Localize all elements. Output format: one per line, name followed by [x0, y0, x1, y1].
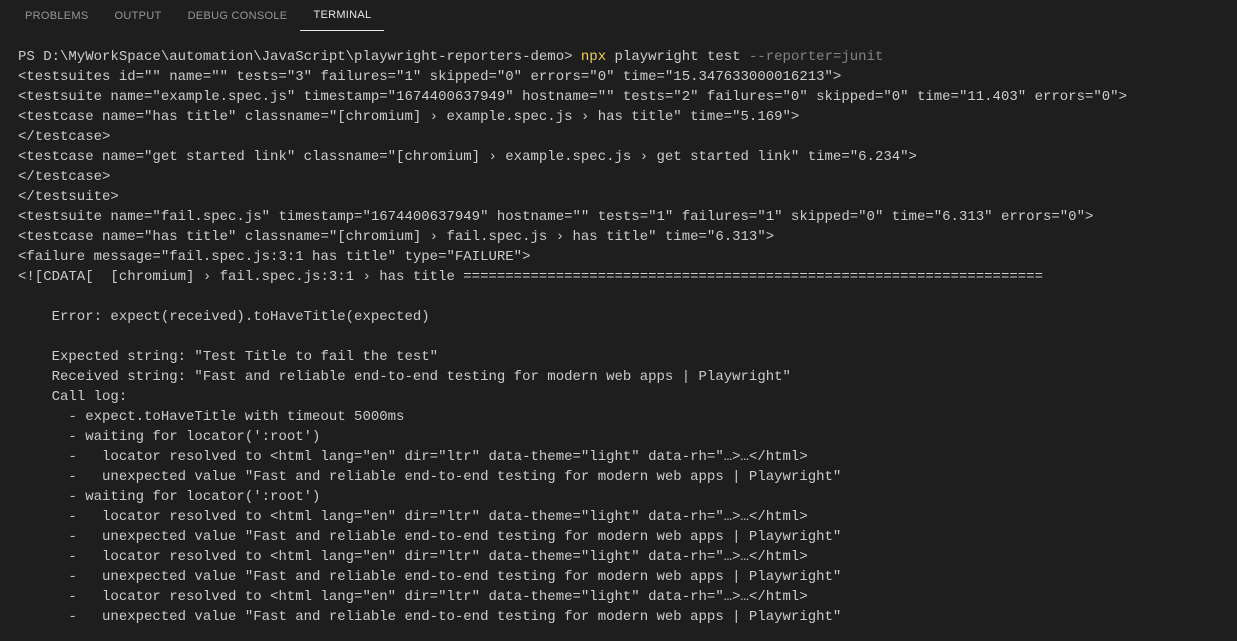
- output-line: </testcase>: [18, 169, 110, 185]
- output-line: - unexpected value "Fast and reliable en…: [18, 609, 841, 625]
- panel-tabs: PROBLEMS OUTPUT DEBUG CONSOLE TERMINAL: [0, 0, 1237, 33]
- output-line: <failure message="fail.spec.js:3:1 has t…: [18, 249, 530, 265]
- output-line: Call log:: [18, 389, 127, 405]
- cmd-flag: --reporter=junit: [749, 49, 883, 65]
- terminal-body[interactable]: PS D:\MyWorkSpace\automation\JavaScript\…: [0, 33, 1237, 641]
- terminal-prompt: PS D:\MyWorkSpace\automation\JavaScript\…: [18, 49, 581, 65]
- output-line: <testsuite name="fail.spec.js" timestamp…: [18, 209, 1093, 225]
- output-line: - unexpected value "Fast and reliable en…: [18, 529, 841, 545]
- output-line: <![CDATA[ [chromium] › fail.spec.js:3:1 …: [18, 269, 1043, 285]
- output-line: <testcase name="has title" classname="[c…: [18, 229, 774, 245]
- output-line: - unexpected value "Fast and reliable en…: [18, 569, 841, 585]
- cmd-args: playwright test: [606, 49, 749, 65]
- output-line: <testcase name="has title" classname="[c…: [18, 109, 799, 125]
- tab-output[interactable]: OUTPUT: [102, 2, 175, 31]
- output-line: - waiting for locator(':root'): [18, 489, 320, 505]
- tab-problems[interactable]: PROBLEMS: [12, 2, 102, 31]
- cmd-npx: npx: [581, 49, 606, 65]
- output-line: - locator resolved to <html lang="en" di…: [18, 509, 808, 525]
- output-line: <testsuite name="example.spec.js" timest…: [18, 89, 1127, 105]
- output-line: </testcase>: [18, 129, 110, 145]
- output-line: <testcase name="get started link" classn…: [18, 149, 917, 165]
- output-line: - unexpected value "Fast and reliable en…: [18, 469, 841, 485]
- output-line: Error: expect(received).toHaveTitle(expe…: [18, 309, 430, 325]
- output-line: </testsuite>: [18, 189, 119, 205]
- output-line: - locator resolved to <html lang="en" di…: [18, 549, 808, 565]
- output-line: - locator resolved to <html lang="en" di…: [18, 589, 808, 605]
- output-line: - expect.toHaveTitle with timeout 5000ms: [18, 409, 404, 425]
- output-line: - waiting for locator(':root'): [18, 429, 320, 445]
- output-line: Expected string: "Test Title to fail the…: [18, 349, 438, 365]
- output-line: <testsuites id="" name="" tests="3" fail…: [18, 69, 841, 85]
- tab-debug-console[interactable]: DEBUG CONSOLE: [175, 2, 301, 31]
- output-line: - locator resolved to <html lang="en" di…: [18, 449, 808, 465]
- output-line: Received string: "Fast and reliable end-…: [18, 369, 791, 385]
- tab-terminal[interactable]: TERMINAL: [300, 1, 384, 31]
